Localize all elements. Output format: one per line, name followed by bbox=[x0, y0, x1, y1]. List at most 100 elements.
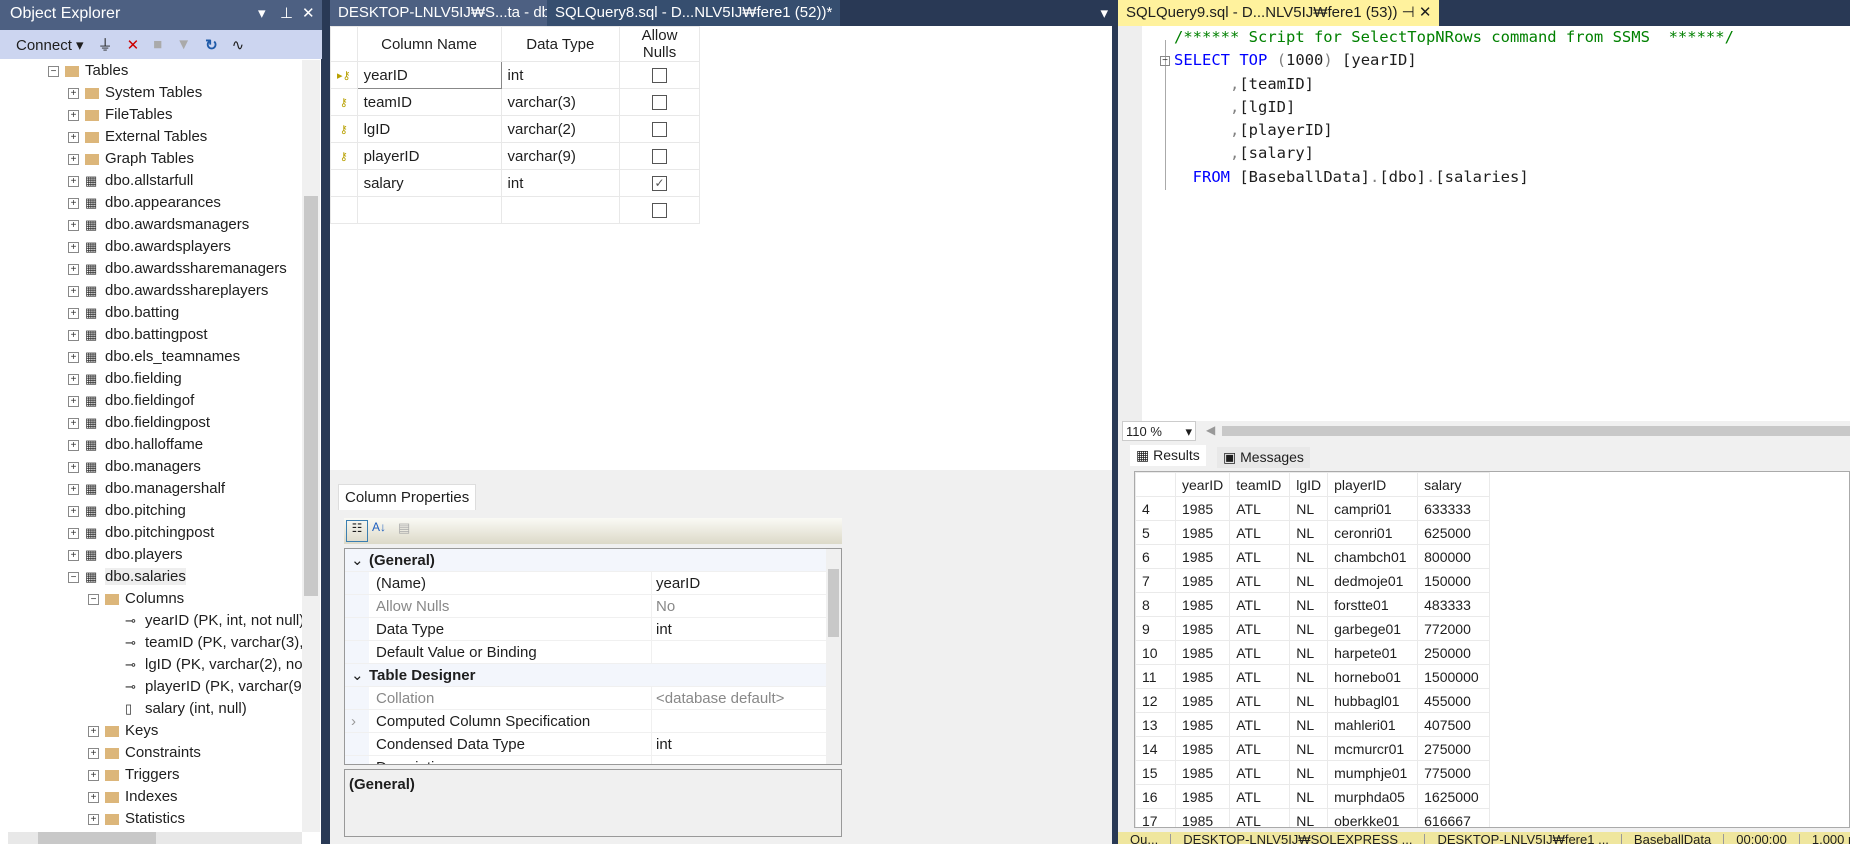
results-cell[interactable]: NL bbox=[1289, 664, 1329, 689]
design-row[interactable] bbox=[330, 196, 700, 224]
results-cell[interactable]: 1985 bbox=[1174, 688, 1231, 713]
results-header-cell[interactable]: salary bbox=[1417, 472, 1491, 497]
expand-icon[interactable]: + bbox=[88, 747, 99, 759]
tab-sqlquery8[interactable]: SQLQuery8.sql - D...NLV5IJ₩fere1 (52))* bbox=[547, 0, 841, 26]
row-number-cell[interactable]: 12 bbox=[1135, 688, 1176, 713]
categorized-icon[interactable]: ☷ bbox=[346, 520, 368, 542]
property-category[interactable]: ⌄ (General) bbox=[345, 549, 827, 572]
results-cell[interactable]: 1985 bbox=[1174, 496, 1231, 521]
results-cell[interactable]: NL bbox=[1289, 736, 1329, 761]
tree-node[interactable]: + External Tables bbox=[8, 126, 302, 148]
zoom-dropdown[interactable]: 110 % ▾ bbox=[1122, 421, 1196, 441]
allow-nulls-cell[interactable] bbox=[619, 115, 700, 143]
results-cell[interactable]: ATL bbox=[1229, 736, 1291, 761]
results-cell[interactable]: 150000 bbox=[1417, 568, 1491, 593]
data-type-cell[interactable]: int bbox=[500, 61, 621, 89]
tree-node[interactable]: − Tables bbox=[8, 60, 302, 82]
dropdown-icon[interactable]: ▾ bbox=[258, 4, 266, 22]
property-grid-scrollbar[interactable] bbox=[826, 549, 841, 764]
allow-nulls-cell[interactable]: ✓ bbox=[619, 169, 700, 197]
expand-icon[interactable]: + bbox=[68, 241, 79, 253]
tree-node[interactable]: + ▦ dbo.pitching bbox=[8, 500, 302, 522]
disconnect-icon[interactable]: ✕ bbox=[127, 36, 140, 54]
results-cell[interactable]: chambch01 bbox=[1327, 544, 1419, 569]
results-cell[interactable]: ATL bbox=[1229, 544, 1291, 569]
results-row[interactable]: 4 1985 ATL NL campri01 633333 bbox=[1135, 496, 1491, 521]
expand-icon[interactable]: + bbox=[68, 395, 79, 407]
property-row[interactable]: Collation <database default> bbox=[345, 687, 827, 710]
tree-node[interactable]: + ▦ dbo.awardssharemanagers bbox=[8, 258, 302, 280]
results-cell[interactable]: ATL bbox=[1229, 640, 1291, 665]
row-number-cell[interactable]: 16 bbox=[1135, 784, 1176, 809]
results-cell[interactable]: 1985 bbox=[1174, 616, 1231, 641]
expand-icon[interactable]: + bbox=[68, 417, 79, 429]
column-name-cell[interactable]: playerID bbox=[356, 142, 502, 170]
allow-nulls-cell[interactable] bbox=[619, 142, 700, 170]
tree-node[interactable]: + ▦ dbo.awardsmanagers bbox=[8, 214, 302, 236]
tree-node[interactable]: + ▦ dbo.fielding bbox=[8, 368, 302, 390]
design-row[interactable]: ⚷ lgID varchar(2) bbox=[330, 115, 700, 143]
tree-node[interactable]: + ▦ dbo.awardsplayers bbox=[8, 236, 302, 258]
tab-results[interactable]: ▦ Results bbox=[1130, 445, 1206, 466]
expand-icon[interactable]: + bbox=[68, 439, 79, 451]
expand-icon[interactable]: + bbox=[68, 549, 79, 561]
column-name-cell[interactable]: salary bbox=[356, 169, 502, 197]
tree-node[interactable]: + ▦ dbo.awardsshareplayers bbox=[8, 280, 302, 302]
property-row[interactable]: Condensed Data Type int bbox=[345, 733, 827, 756]
results-row[interactable]: 16 1985 ATL NL murphda05 1625000 bbox=[1135, 784, 1491, 809]
row-number-cell[interactable]: 7 bbox=[1135, 568, 1176, 593]
row-number-cell[interactable]: 5 bbox=[1135, 520, 1176, 545]
results-cell[interactable]: NL bbox=[1289, 496, 1329, 521]
results-header-cell[interactable] bbox=[1135, 472, 1176, 497]
tree-node[interactable]: + ▦ dbo.halloffame bbox=[8, 434, 302, 456]
results-cell[interactable]: forstte01 bbox=[1327, 592, 1419, 617]
results-header-cell[interactable]: lgID bbox=[1289, 472, 1329, 497]
tree-node[interactable]: + FileTables bbox=[8, 104, 302, 126]
row-selector[interactable]: ⚷ bbox=[330, 142, 358, 170]
results-cell[interactable]: NL bbox=[1289, 544, 1329, 569]
tree-node[interactable]: ⊸ teamID (PK, varchar(3), not null) bbox=[8, 632, 302, 654]
results-cell[interactable]: NL bbox=[1289, 760, 1329, 785]
results-cell[interactable]: 1985 bbox=[1174, 520, 1231, 545]
data-type-cell[interactable]: varchar(9) bbox=[500, 142, 621, 170]
tree-node[interactable]: + ▦ dbo.batting bbox=[8, 302, 302, 324]
tree-node[interactable]: + ▦ dbo.fieldingof bbox=[8, 390, 302, 412]
results-cell[interactable]: NL bbox=[1289, 688, 1329, 713]
expand-icon[interactable]: + bbox=[68, 197, 79, 209]
expand-icon[interactable]: + bbox=[88, 813, 99, 825]
results-header-cell[interactable]: yearID bbox=[1174, 472, 1231, 497]
results-cell[interactable]: ATL bbox=[1229, 688, 1291, 713]
results-cell[interactable]: campri01 bbox=[1327, 496, 1419, 521]
results-cell[interactable]: ATL bbox=[1229, 520, 1291, 545]
tree-node[interactable]: + Statistics bbox=[8, 808, 302, 830]
results-cell[interactable]: NL bbox=[1289, 568, 1329, 593]
allow-nulls-checkbox[interactable] bbox=[652, 68, 668, 84]
tree-node[interactable]: + ▦ dbo.managershalf bbox=[8, 478, 302, 500]
collapse-icon[interactable]: − bbox=[1160, 56, 1170, 66]
row-number-cell[interactable]: 15 bbox=[1135, 760, 1176, 785]
row-selector[interactable]: ⚷ bbox=[330, 88, 358, 116]
results-header-cell[interactable]: teamID bbox=[1229, 472, 1291, 497]
filter-icon[interactable]: ▼ bbox=[176, 36, 191, 53]
property-value[interactable]: yearID bbox=[652, 572, 827, 594]
results-cell[interactable]: murphda05 bbox=[1327, 784, 1419, 809]
tree-node[interactable]: + Indexes bbox=[8, 786, 302, 808]
property-value[interactable]: int bbox=[652, 618, 827, 640]
results-cell[interactable]: 483333 bbox=[1417, 592, 1491, 617]
results-cell[interactable]: ATL bbox=[1229, 760, 1291, 785]
sort-alphabetical-icon[interactable]: A↓ bbox=[372, 520, 386, 534]
results-row[interactable]: 11 1985 ATL NL hornebo01 1500000 bbox=[1135, 664, 1491, 689]
results-row[interactable]: 9 1985 ATL NL garbege01 772000 bbox=[1135, 616, 1491, 641]
data-type-cell[interactable]: int bbox=[500, 169, 621, 197]
data-type-cell[interactable] bbox=[500, 196, 621, 224]
connect-plug-icon[interactable]: ⏚ bbox=[98, 34, 113, 55]
refresh-icon[interactable]: ↻ bbox=[205, 36, 218, 54]
results-cell[interactable]: ATL bbox=[1229, 568, 1291, 593]
expand-icon[interactable]: + bbox=[68, 219, 79, 231]
results-cell[interactable]: 1985 bbox=[1174, 568, 1231, 593]
data-type-cell[interactable]: varchar(3) bbox=[500, 88, 621, 116]
results-cell[interactable]: ATL bbox=[1229, 784, 1291, 809]
property-value[interactable] bbox=[652, 756, 827, 764]
tree-node[interactable]: + ▦ dbo.managers bbox=[8, 456, 302, 478]
results-cell[interactable]: ATL bbox=[1229, 616, 1291, 641]
